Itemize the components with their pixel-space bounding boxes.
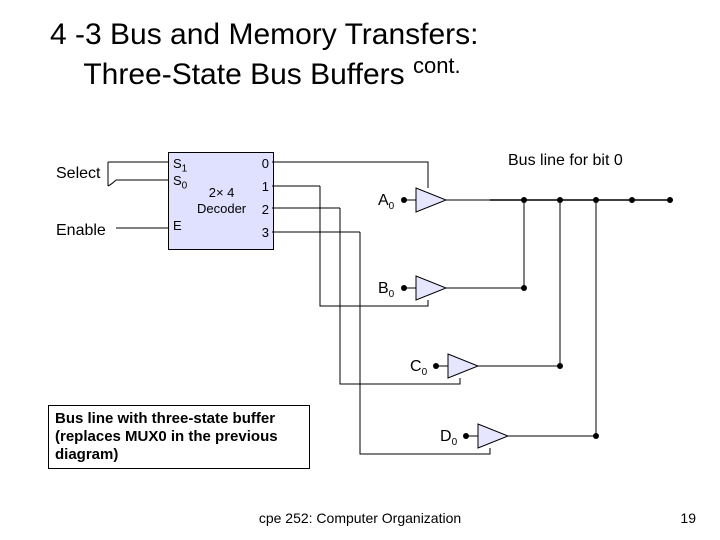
a0-label: A0 <box>378 192 394 212</box>
slide: 4 -3 Bus and Memory Transfers: Three-Sta… <box>0 0 720 540</box>
decoder-input-s0: S0 <box>173 173 187 192</box>
bus-line-label: Bus line for bit 0 <box>508 152 623 170</box>
footer-text: cpe 252: Computer Organization <box>0 510 720 526</box>
decoder-output-3: 3 <box>262 225 269 240</box>
decoder-box: S1 S0 E 2× 4 Decoder 0 1 2 3 <box>168 152 274 250</box>
title-line-2: Three-State Bus Buffers <box>83 58 413 91</box>
buffer-a-icon <box>416 188 446 212</box>
title-superscript: cont. <box>413 53 461 78</box>
decoder-label: 2× 4 Decoder <box>197 185 246 216</box>
d0-label: D0 <box>440 428 457 448</box>
select-label: Select <box>56 165 100 183</box>
buffer-b-icon <box>416 276 446 300</box>
slide-title: 4 -3 Bus and Memory Transfers: Three-Sta… <box>50 18 700 92</box>
c0-label: C0 <box>410 358 427 378</box>
title-line-1: 4 -3 Bus and Memory Transfers: <box>50 18 479 51</box>
decoder-output-2: 2 <box>262 202 269 217</box>
decoder-output-0: 0 <box>262 156 269 171</box>
buffer-d-icon <box>478 424 508 448</box>
page-number: 19 <box>680 510 696 526</box>
enable-label: Enable <box>56 222 106 240</box>
decoder-input-s1: S1 <box>173 156 187 175</box>
decoder-input-e: E <box>173 218 182 233</box>
b0-label: B0 <box>378 280 394 300</box>
buffer-c-icon <box>448 354 478 378</box>
caption-box: Bus line with three-state buffer (replac… <box>48 405 310 469</box>
decoder-output-1: 1 <box>262 179 269 194</box>
